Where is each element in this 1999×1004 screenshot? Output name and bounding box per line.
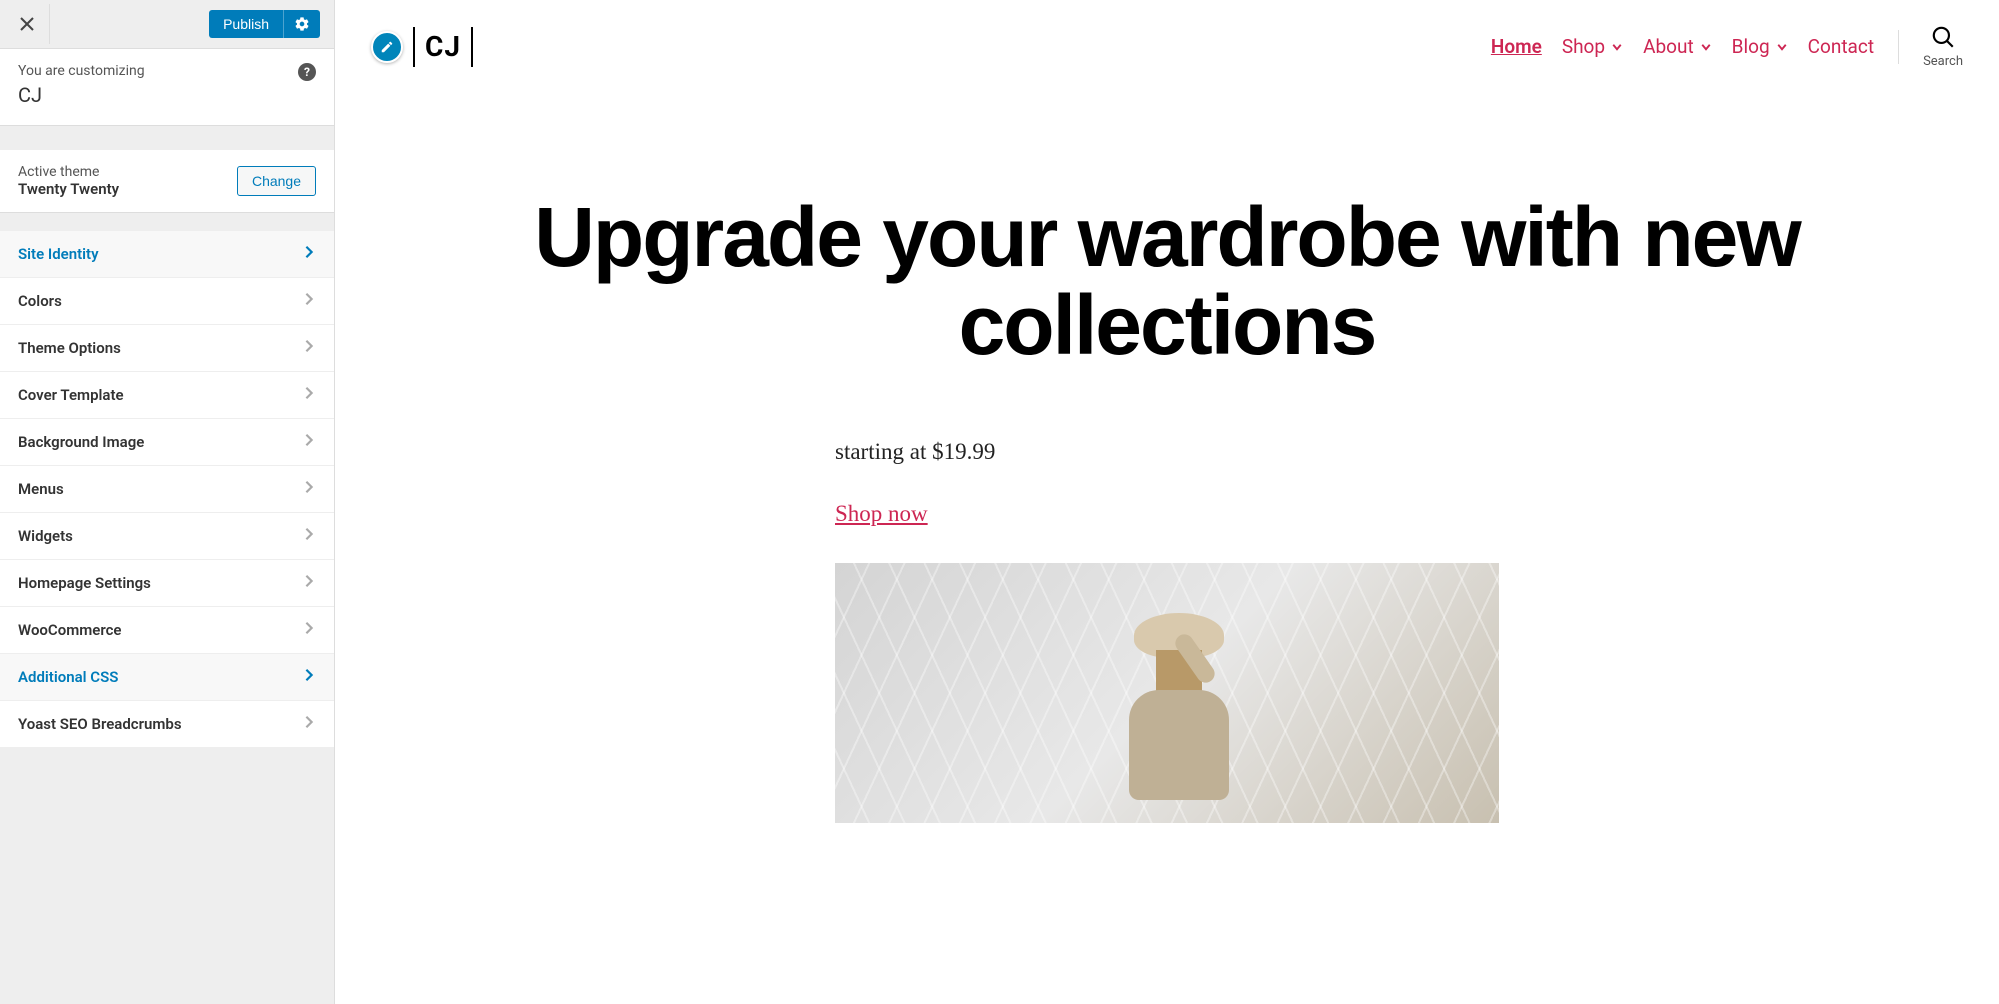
menu-item-label: Homepage Settings — [18, 574, 151, 592]
menu-item-colors[interactable]: Colors — [0, 278, 334, 325]
menu-item-yoast-seo-breadcrumbs[interactable]: Yoast SEO Breadcrumbs — [0, 701, 334, 748]
chevron-right-icon — [302, 292, 316, 310]
chevron-right-icon — [302, 480, 316, 498]
nav-item-label: Home — [1491, 35, 1542, 58]
menu-item-label: Menus — [18, 480, 64, 498]
nav-item-label: Shop — [1562, 35, 1605, 58]
publish-settings-button[interactable] — [284, 10, 320, 38]
nav-menu: Home Shop About Blog Contact — [1491, 35, 1874, 58]
menu-item-menus[interactable]: Menus — [0, 466, 334, 513]
menu-item-widgets[interactable]: Widgets — [0, 513, 334, 560]
customizer-menu-list: Site Identity Colors Theme Options Cover Te… — [0, 231, 334, 748]
search-icon — [1930, 24, 1956, 50]
publish-area: Publish — [50, 4, 330, 44]
menu-item-site-identity[interactable]: Site Identity — [0, 231, 334, 278]
change-theme-button[interactable]: Change — [237, 166, 316, 196]
theme-name: Twenty Twenty — [18, 180, 119, 198]
nav-item-shop[interactable]: Shop — [1562, 35, 1623, 58]
logo-area: CJ — [371, 27, 477, 67]
chevron-right-icon — [302, 668, 316, 686]
theme-section: Active theme Twenty Twenty Change — [0, 150, 334, 213]
chevron-right-icon — [302, 574, 316, 592]
customizer-sidebar: Publish You are customizing CJ ? Active … — [0, 0, 335, 1004]
menu-item-label: Colors — [18, 292, 62, 310]
chevron-right-icon — [302, 386, 316, 404]
menu-item-label: Yoast SEO Breadcrumbs — [18, 715, 182, 733]
search-label: Search — [1923, 54, 1963, 69]
menu-item-label: Cover Template — [18, 386, 124, 404]
chevron-right-icon — [302, 621, 316, 639]
nav-item-contact[interactable]: Contact — [1808, 35, 1874, 58]
menu-item-label: Additional CSS — [18, 668, 118, 686]
logo-text[interactable]: CJ — [425, 30, 461, 63]
menu-item-theme-options[interactable]: Theme Options — [0, 325, 334, 372]
chevron-down-icon — [1611, 35, 1623, 58]
publish-button[interactable]: Publish — [209, 10, 284, 38]
nav-item-label: Blog — [1732, 35, 1770, 58]
search-button[interactable]: Search — [1923, 24, 1963, 69]
gear-icon — [294, 16, 310, 32]
menu-item-additional-css[interactable]: Additional CSS — [0, 654, 334, 701]
close-icon — [19, 16, 35, 32]
hero-image — [835, 563, 1499, 823]
menu-item-label: Background Image — [18, 433, 144, 451]
hero-section: Upgrade your wardrobe with new collectio… — [335, 93, 1999, 863]
sidebar-top-bar: Publish — [0, 0, 334, 49]
active-theme-label: Active theme — [18, 164, 119, 180]
nav-item-blog[interactable]: Blog — [1732, 35, 1788, 58]
customizing-label: You are customizing — [18, 63, 316, 79]
chevron-down-icon — [1776, 35, 1788, 58]
menu-item-label: WooCommerce — [18, 621, 122, 639]
hero-content-block: starting at $19.99 Shop now — [835, 439, 1499, 823]
chevron-right-icon — [302, 245, 316, 263]
logo-separator — [413, 27, 415, 67]
menu-item-background-image[interactable]: Background Image — [0, 419, 334, 466]
chevron-right-icon — [302, 527, 316, 545]
chevron-right-icon — [302, 339, 316, 357]
page-title: Upgrade your wardrobe with new collectio… — [395, 193, 1939, 369]
nav-item-about[interactable]: About — [1643, 35, 1712, 58]
menu-item-woocommerce[interactable]: WooCommerce — [0, 607, 334, 654]
pencil-icon — [380, 40, 394, 54]
theme-info: Active theme Twenty Twenty — [18, 164, 119, 198]
menu-item-label: Site Identity — [18, 245, 99, 263]
menu-item-label: Theme Options — [18, 339, 121, 357]
nav-item-label: About — [1643, 35, 1694, 58]
site-preview: CJ Home Shop About Blog Contact Search Upgra… — [335, 0, 1999, 1004]
shop-now-link[interactable]: Shop now — [835, 501, 928, 527]
chevron-right-icon — [302, 433, 316, 451]
nav-area: Home Shop About Blog Contact Search — [1491, 24, 1963, 69]
edit-shortcut-button[interactable] — [371, 31, 403, 63]
logo-separator — [471, 27, 473, 67]
nav-item-home[interactable]: Home — [1491, 35, 1542, 58]
site-name: CJ — [18, 83, 316, 107]
close-button[interactable] — [4, 4, 50, 44]
hero-image-figure — [1114, 613, 1244, 823]
menu-item-cover-template[interactable]: Cover Template — [0, 372, 334, 419]
help-icon[interactable]: ? — [298, 63, 316, 81]
price-text: starting at $19.99 — [835, 439, 1499, 465]
menu-item-homepage-settings[interactable]: Homepage Settings — [0, 560, 334, 607]
preview-header: CJ Home Shop About Blog Contact Search — [335, 0, 1999, 93]
chevron-down-icon — [1700, 35, 1712, 58]
nav-item-label: Contact — [1808, 35, 1874, 58]
nav-divider — [1898, 30, 1899, 64]
chevron-right-icon — [302, 715, 316, 733]
customizing-section: You are customizing CJ ? — [0, 49, 334, 126]
menu-item-label: Widgets — [18, 527, 73, 545]
